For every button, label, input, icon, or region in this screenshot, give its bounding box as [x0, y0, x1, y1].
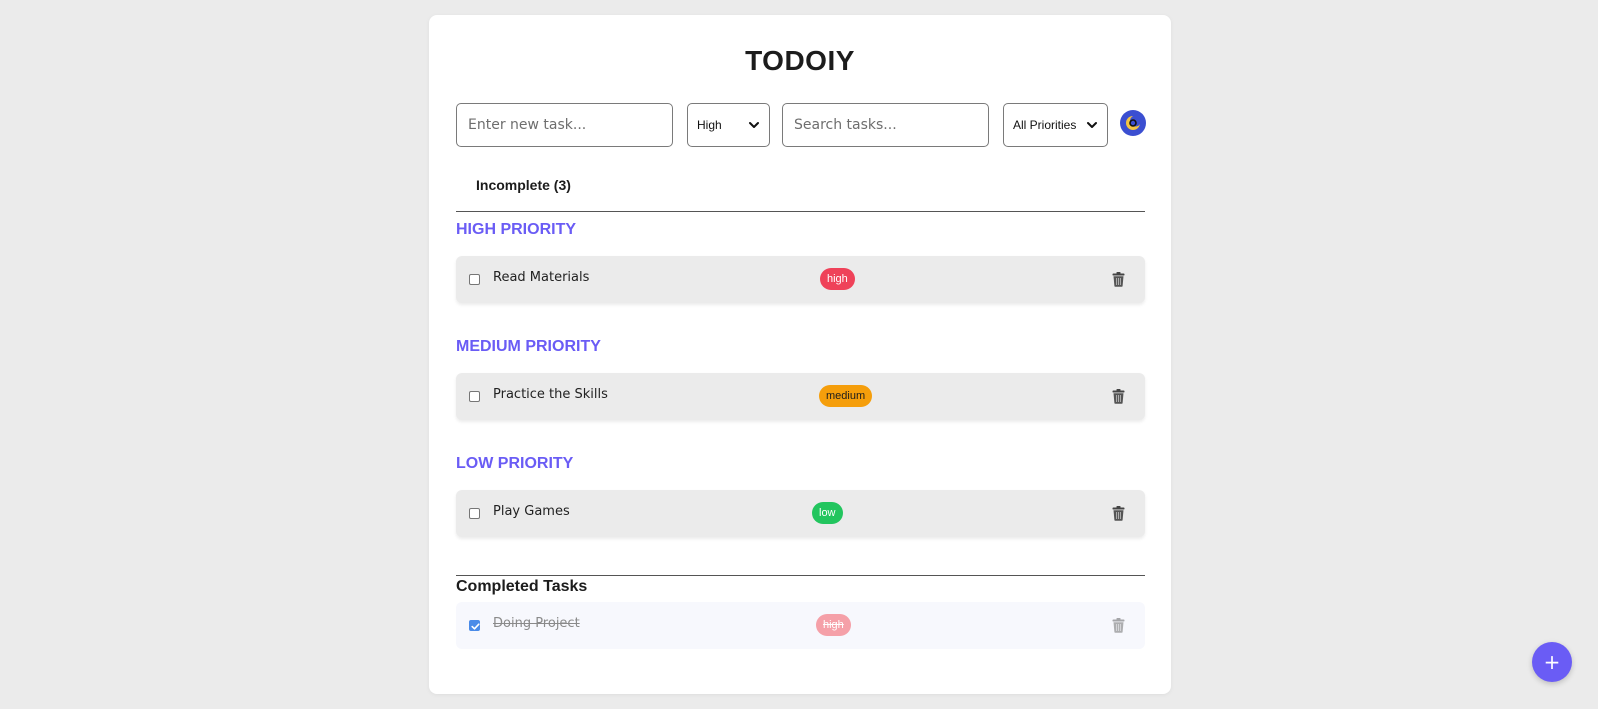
priority-badge: high	[820, 268, 855, 290]
completed-task-row: Doing Project high	[456, 602, 1145, 649]
task-row: Read Materials high	[456, 256, 1145, 303]
priority-select-value: High	[697, 118, 722, 132]
trash-icon[interactable]	[1112, 272, 1125, 287]
chevron-down-icon	[749, 122, 759, 128]
section-heading-low: LOW PRIORITY	[456, 455, 574, 472]
chevron-down-icon	[1087, 122, 1097, 128]
task-row: Play Games low	[456, 490, 1145, 537]
task-checkbox[interactable]	[469, 508, 480, 519]
trash-icon[interactable]	[1112, 389, 1125, 404]
section-heading-high: HIGH PRIORITY	[456, 221, 577, 238]
task-checkbox[interactable]	[469, 391, 480, 402]
task-text: Practice the Skills	[493, 387, 608, 402]
theme-toggle-icon	[1126, 115, 1141, 130]
tab-bar: Incomplete (3)	[456, 175, 1145, 212]
add-task-fab-button[interactable]: +	[1532, 642, 1572, 682]
priority-filter-select[interactable]: All Priorities	[1003, 103, 1108, 147]
priority-select[interactable]: High	[687, 103, 770, 147]
controls-bar: High All Priorities	[456, 103, 1146, 147]
theme-toggle-button[interactable]	[1120, 110, 1146, 136]
task-text: Read Materials	[493, 270, 590, 285]
task-text: Play Games	[493, 504, 570, 519]
trash-icon[interactable]	[1112, 618, 1125, 633]
task-checkbox[interactable]	[469, 620, 480, 631]
priority-badge: medium	[819, 385, 873, 407]
trash-icon[interactable]	[1112, 506, 1125, 521]
todo-card: TODOIY High All Priorities Incomplete (3…	[429, 15, 1171, 694]
task-text: Doing Project	[493, 616, 580, 631]
app-title: TODOIY	[745, 45, 855, 76]
new-task-input[interactable]	[456, 103, 673, 147]
task-row: Practice the Skills medium	[456, 373, 1145, 420]
tab-incomplete[interactable]: Incomplete (3)	[476, 177, 571, 193]
completed-divider	[456, 575, 1145, 576]
priority-badge: low	[812, 502, 843, 524]
priority-badge: high	[816, 614, 851, 636]
section-heading-medium: MEDIUM PRIORITY	[456, 338, 601, 355]
completed-heading: Completed Tasks	[456, 578, 588, 595]
checkmark-icon	[471, 623, 480, 630]
filter-select-value: All Priorities	[1013, 118, 1077, 132]
search-input[interactable]	[782, 103, 989, 147]
task-checkbox[interactable]	[469, 274, 480, 285]
